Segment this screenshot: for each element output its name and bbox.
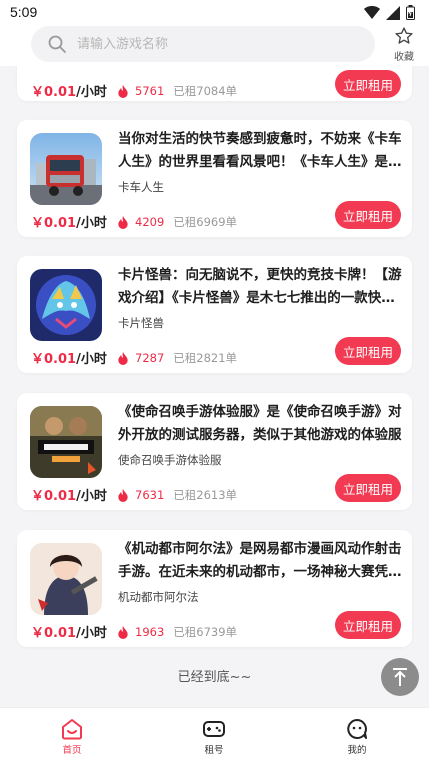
game-description: 卡片怪兽：向无脑说不，更快的竞技卡牌！【游戏介绍】《卡片怪兽》是木七七推出的一款…: [118, 267, 402, 306]
back-to-top-button[interactable]: [381, 658, 419, 696]
favorites-button[interactable]: 收藏: [388, 26, 420, 64]
tab-label: 我的: [347, 745, 367, 756]
heat-count: 4209: [135, 215, 165, 229]
game-card[interactable]: 当你对生活的快节奏感到疲惫时，不妨来《卡车人生》的世界里看看风景吧！《卡车人生》…: [17, 120, 412, 237]
heat-info: 5761 已租7084单: [117, 83, 237, 99]
rent-now-button[interactable]: 立即租用: [335, 70, 401, 98]
heat-info: 4209 已租6969单: [117, 214, 237, 230]
price: ￥0.01/小时: [31, 85, 107, 100]
app-screen: ￥0.01/小时 5761 已租7084单 立即租用 当你对生活的快节奏感到疲惫…: [0, 0, 429, 763]
game-thumbnail[interactable]: [30, 543, 102, 615]
tab-label: 租号: [204, 745, 224, 756]
rent-now-button[interactable]: 立即租用: [335, 611, 401, 639]
price: ￥0.01/小时: [31, 489, 107, 504]
game-name: 使命召唤手游体验服: [118, 453, 222, 467]
home-icon: [62, 719, 82, 740]
top-bar: 收藏: [0, 26, 429, 66]
tab-rent[interactable]: 租号: [184, 718, 244, 756]
game-card[interactable]: 《机动都市阿尔法》是网易都市漫画风动作射击手游。在近未来的机动都市，一场神秘大赛…: [17, 530, 412, 647]
rented-count: 已租7084单: [173, 84, 238, 98]
fire-icon: [118, 488, 128, 502]
gamepad-icon: [203, 721, 225, 737]
game-card[interactable]: 卡片怪兽：向无脑说不，更快的竞技卡牌！【游戏介绍】《卡片怪兽》是木七七推出的一款…: [17, 256, 412, 373]
game-name: 卡车人生: [118, 180, 164, 194]
heat-count: 1963: [135, 625, 165, 639]
game-description: 《机动都市阿尔法》是网易都市漫画风动作射击手游。在近未来的机动都市，一场神秘大赛…: [118, 541, 402, 580]
game-description: 《使命召唤手游体验服》是《使命召唤手游》对外开放的测试服务器，类似于其他游戏的体…: [118, 404, 402, 443]
fire-icon: [118, 215, 128, 229]
game-name: 机动都市阿尔法: [118, 590, 199, 604]
arrow-up-icon: [393, 668, 407, 686]
battery-icon: [406, 5, 415, 20]
heat-count: 7631: [135, 488, 165, 502]
end-of-list-text: 已经到底~~: [177, 670, 252, 685]
game-thumbnail[interactable]: [30, 269, 102, 341]
game-thumbnail[interactable]: [30, 406, 102, 478]
rented-count: 已租6969单: [173, 215, 238, 229]
fire-icon: [118, 625, 128, 639]
rented-count: 已租6739单: [173, 625, 238, 639]
search-input[interactable]: [75, 35, 359, 53]
price: ￥0.01/小时: [31, 216, 107, 231]
wifi-icon: [364, 5, 380, 19]
signal-icon: [386, 5, 400, 20]
bottom-tab-bar: 首页 租号 我的: [0, 707, 429, 763]
star-icon: [395, 27, 413, 44]
heat-info: 1963 已租6739单: [117, 624, 237, 640]
profile-icon: [347, 719, 367, 739]
rented-count: 已租2821单: [173, 351, 238, 365]
game-thumbnail[interactable]: [30, 133, 102, 205]
heat-info: 7631 已租2613单: [117, 487, 237, 503]
tab-profile[interactable]: 我的: [327, 718, 387, 756]
rent-now-button[interactable]: 立即租用: [335, 201, 401, 229]
rent-now-button[interactable]: 立即租用: [335, 474, 401, 502]
heat-info: 7287 已租2821单: [117, 350, 237, 366]
game-description: 当你对生活的快节奏感到疲惫时，不妨来《卡车人生》的世界里看看风景吧！《卡车人生》…: [118, 131, 402, 170]
price: ￥0.01/小时: [31, 626, 107, 641]
game-card[interactable]: 《使命召唤手游体验服》是《使命召唤手游》对外开放的测试服务器，类似于其他游戏的体…: [17, 393, 412, 510]
rented-count: 已租2613单: [173, 488, 238, 502]
search-icon: [48, 35, 66, 53]
favorites-label: 收藏: [394, 52, 414, 63]
search-box[interactable]: [31, 26, 375, 62]
fire-icon: [118, 351, 128, 365]
tab-label: 首页: [62, 745, 82, 756]
heat-count: 5761: [135, 84, 165, 98]
heat-count: 7287: [135, 351, 165, 365]
clock: 5:09: [10, 4, 38, 20]
tab-home[interactable]: 首页: [42, 718, 102, 756]
price: ￥0.01/小时: [31, 352, 107, 367]
fire-icon: [118, 84, 128, 98]
system-icons: [364, 5, 415, 20]
rent-now-button[interactable]: 立即租用: [335, 337, 401, 365]
status-bar: 5:09: [0, 0, 429, 26]
game-name: 卡片怪兽: [118, 316, 164, 330]
